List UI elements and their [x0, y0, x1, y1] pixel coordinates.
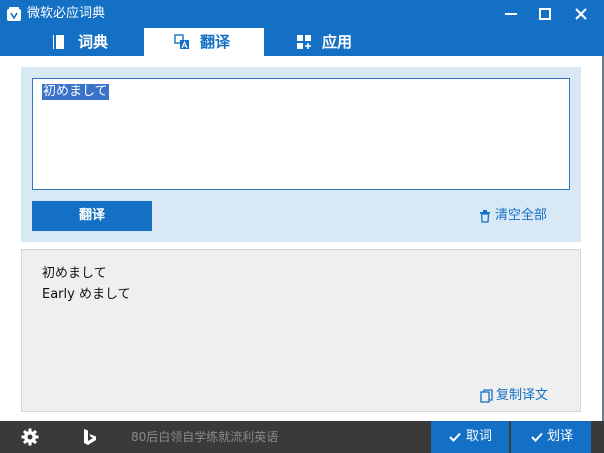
result-translation-line: Early めまして — [42, 287, 131, 302]
apps-icon — [297, 35, 311, 49]
minimize-button[interactable] — [494, 0, 528, 28]
copy-translation-label: 复制译文 — [496, 388, 549, 403]
close-button[interactable] — [564, 0, 598, 28]
tab-apps-label: 应用 — [322, 33, 353, 51]
tab-translate[interactable]: 翻译 — [144, 28, 264, 56]
selected-source-text: 初めまして — [42, 84, 109, 100]
tab-dictionary[interactable]: 词典 — [24, 28, 144, 56]
select-translate-toggle-button[interactable]: 划译 — [511, 421, 591, 453]
maximize-icon — [539, 8, 551, 20]
book-icon — [53, 35, 64, 49]
bing-logo-icon[interactable] — [82, 428, 98, 446]
promo-slogan[interactable]: 80后白领自学练就流利英语 — [131, 429, 278, 445]
select-translate-label: 划译 — [547, 429, 574, 444]
title-bar: 微软必应词典 — [0, 0, 604, 28]
window-title: 微软必应词典 — [27, 6, 106, 21]
copy-icon — [480, 389, 493, 403]
translate-icon — [174, 34, 189, 49]
status-bar: 80后白领自学练就流利英语 取词 划译 — [0, 421, 604, 453]
app-logo-icon — [7, 7, 21, 21]
result-panel: 初めまして Early めまして 复制译文 — [21, 249, 581, 412]
minimize-icon — [505, 13, 517, 15]
gear-icon[interactable] — [21, 428, 39, 446]
tab-apps[interactable]: 应用 — [270, 28, 390, 56]
input-panel: 初めまして 翻译 清空全部 — [21, 67, 581, 242]
lookup-toggle-button[interactable]: 取词 — [431, 421, 509, 453]
check-icon — [531, 432, 543, 442]
tab-bar: 词典 翻译 应用 — [0, 28, 604, 56]
maximize-button[interactable] — [528, 0, 562, 28]
close-icon — [575, 8, 587, 20]
translate-button[interactable]: 翻译 — [32, 201, 152, 231]
trash-icon — [480, 210, 490, 223]
copy-translation-button[interactable]: 复制译文 — [480, 387, 570, 405]
lookup-label: 取词 — [466, 429, 493, 444]
tab-dictionary-label: 词典 — [78, 33, 109, 51]
check-icon — [449, 432, 461, 442]
result-source-line: 初めまして — [42, 266, 107, 281]
clear-all-label: 清空全部 — [495, 208, 548, 223]
tab-translate-label: 翻译 — [200, 33, 231, 51]
source-text-input[interactable]: 初めまして — [32, 78, 570, 190]
